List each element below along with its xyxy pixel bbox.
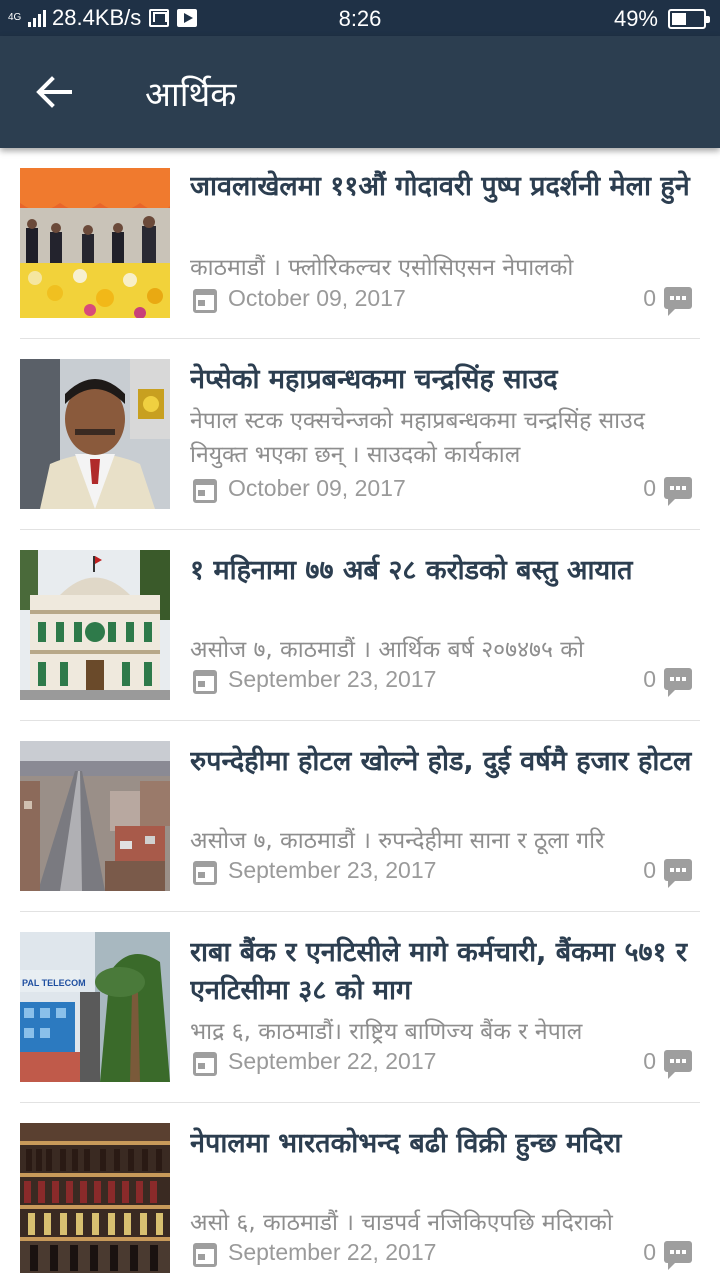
- article-excerpt: भाद्र ६, काठमाडौं। राष्ट्रिय बाणिज्य बैं…: [190, 1019, 583, 1045]
- article-headline[interactable]: जावलाखेलमा ११औं गोदावरी पुष्प प्रदर्शनी …: [190, 168, 700, 206]
- back-button[interactable]: [30, 68, 78, 116]
- calendar-icon: [193, 670, 217, 694]
- article-headline[interactable]: राबा बैंक र एनटिसीले मागे कर्मचारी, बैंक…: [190, 934, 700, 1010]
- comment-icon[interactable]: [664, 668, 692, 697]
- article-item[interactable]: जावलाखेलमा ११औं गोदावरी पुष्प प्रदर्शनी …: [20, 148, 700, 339]
- article-excerpt: काठमाडौं । फ्लोरिकल्चर एसोसिएसन नेपालको: [190, 255, 574, 281]
- liquor-shelves-photo: [20, 1123, 170, 1273]
- arrow-left-icon: [36, 76, 72, 108]
- calendar-icon: [193, 479, 217, 503]
- article-date: October 09, 2017: [228, 475, 406, 501]
- palace-building-photo: [20, 550, 170, 700]
- article-thumbnail: [20, 1123, 170, 1273]
- article-item[interactable]: नेपालमा भारतकोभन्द बढी विक्री हुन्छ मदिर…: [20, 1103, 700, 1280]
- calendar-icon: [193, 1243, 217, 1267]
- telecom-sign-text: PAL TELECOM: [22, 978, 86, 988]
- article-item[interactable]: PAL TELECOM राबा बैंक र एनटिसीले मागे कर…: [20, 912, 700, 1103]
- article-headline[interactable]: नेपालमा भारतकोभन्द बढी विक्री हुन्छ मदिर…: [190, 1125, 700, 1163]
- article-excerpt: असोज ७, काठमाडौं । आर्थिक बर्ष २०७४७५ को: [190, 637, 584, 663]
- comment-icon[interactable]: [664, 1050, 692, 1079]
- comment-icon[interactable]: [664, 1241, 692, 1270]
- comment-count: 0: [643, 666, 656, 692]
- calendar-icon: [193, 1052, 217, 1076]
- article-meta: September 22, 2017 0: [190, 1239, 694, 1270]
- telecom-building-photo: PAL TELECOM: [20, 932, 170, 1082]
- article-item[interactable]: रुपन्देहीमा होटल खोल्ने होड, दुई वर्षमै …: [20, 721, 700, 912]
- battery-percent: 49%: [613, 6, 658, 31]
- article-item[interactable]: नेप्सेको महाप्रबन्धकमा चन्द्रसिंह साउद न…: [20, 339, 700, 530]
- comment-count: 0: [643, 857, 656, 883]
- article-thumbnail: [20, 550, 170, 700]
- article-meta: September 22, 2017 0: [190, 1048, 694, 1079]
- calendar-icon: [193, 289, 217, 313]
- flower-exhibition-photo: [20, 168, 170, 318]
- comment-count: 0: [643, 285, 656, 311]
- calendar-icon: [193, 861, 217, 885]
- article-thumbnail: [20, 359, 170, 509]
- clock: 8:26: [338, 6, 382, 31]
- portrait-photo: [20, 359, 170, 509]
- article-meta: October 09, 2017 0: [190, 285, 694, 316]
- status-bar: 4G 28.4KB/s 8:26 49%: [0, 0, 720, 36]
- comment-count: 0: [643, 1048, 656, 1074]
- comment-icon[interactable]: [664, 477, 692, 506]
- article-item[interactable]: १ महिनामा ७७ अर्ब २८ करोडको बस्तु आयात अ…: [20, 530, 700, 721]
- battery-icon: [668, 9, 710, 29]
- article-meta: September 23, 2017 0: [190, 857, 694, 888]
- app-bar: आर्थिक: [0, 36, 720, 148]
- article-date: September 22, 2017: [228, 1239, 437, 1265]
- article-date: September 23, 2017: [228, 666, 437, 692]
- article-date: September 22, 2017: [228, 1048, 437, 1074]
- page-title: आर्थिक: [145, 75, 237, 115]
- city-road-photo: [20, 741, 170, 891]
- article-thumbnail: PAL TELECOM: [20, 932, 170, 1082]
- article-list: जावलाखेलमा ११औं गोदावरी पुष्प प्रदर्शनी …: [0, 148, 720, 1280]
- article-headline[interactable]: रुपन्देहीमा होटल खोल्ने होड, दुई वर्षमै …: [190, 743, 700, 781]
- comment-icon[interactable]: [664, 287, 692, 316]
- comment-count: 0: [643, 1239, 656, 1265]
- article-headline[interactable]: १ महिनामा ७७ अर्ब २८ करोडको बस्तु आयात: [190, 552, 700, 590]
- comment-count: 0: [643, 475, 656, 501]
- article-headline[interactable]: नेप्सेको महाप्रबन्धकमा चन्द्रसिंह साउद: [190, 361, 700, 399]
- comment-icon[interactable]: [664, 859, 692, 888]
- article-excerpt: असो ६, काठमाडौं । चाडपर्व नजिकिएपछि मदिर…: [190, 1210, 613, 1236]
- article-thumbnail: [20, 741, 170, 891]
- article-meta: October 09, 2017 0: [190, 475, 694, 506]
- status-right: 49%: [613, 6, 710, 32]
- article-excerpt: नेपाल स्टक एक्सचेन्जको महाप्रबन्धकमा चन्…: [190, 408, 645, 468]
- article-thumbnail: [20, 168, 170, 318]
- article-date: October 09, 2017: [228, 285, 406, 311]
- article-date: September 23, 2017: [228, 857, 437, 883]
- article-excerpt: असोज ७, काठमाडौं । रुपन्देहीमा साना र ठू…: [190, 828, 605, 854]
- article-meta: September 23, 2017 0: [190, 666, 694, 697]
